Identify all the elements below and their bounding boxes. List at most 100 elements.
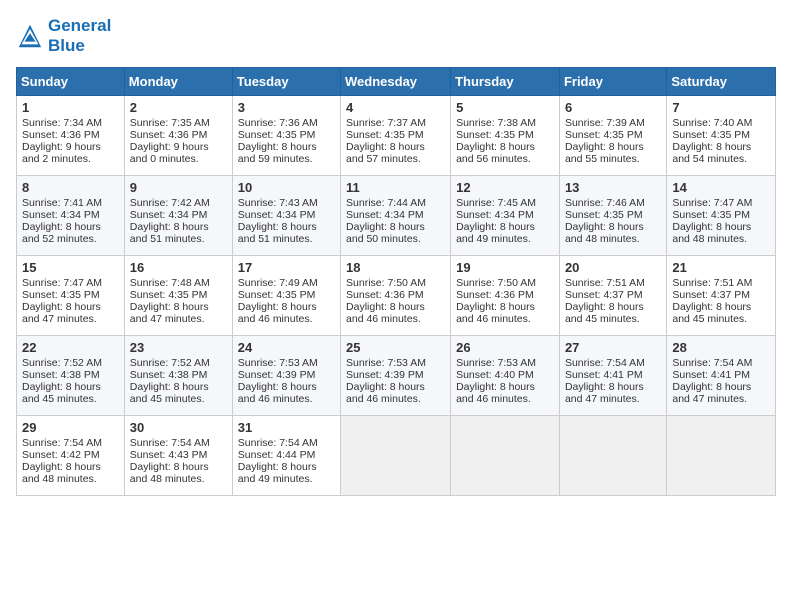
col-wednesday: Wednesday [341, 67, 451, 95]
week-row-4: 22 Sunrise: 7:52 AM Sunset: 4:38 PM Dayl… [17, 335, 776, 415]
sunset-23: Sunset: 4:38 PM [130, 369, 208, 381]
sunset-2: Sunset: 4:36 PM [130, 129, 208, 141]
daylight-23: Daylight: 8 hours and 45 minutes. [130, 381, 209, 405]
sunrise-25: Sunrise: 7:53 AM [346, 357, 426, 369]
sunrise-16: Sunrise: 7:48 AM [130, 277, 210, 289]
day-cell-29: 29 Sunrise: 7:54 AM Sunset: 4:42 PM Dayl… [17, 415, 125, 495]
sunset-21: Sunset: 4:37 PM [672, 289, 750, 301]
day-cell-4: 4 Sunrise: 7:37 AM Sunset: 4:35 PM Dayli… [341, 95, 451, 175]
day-number-30: 30 [130, 420, 227, 435]
sunrise-13: Sunrise: 7:46 AM [565, 197, 645, 209]
sunrise-31: Sunrise: 7:54 AM [238, 437, 318, 449]
daylight-2: Daylight: 9 hours and 0 minutes. [130, 141, 209, 165]
sunset-4: Sunset: 4:35 PM [346, 129, 424, 141]
sunrise-30: Sunrise: 7:54 AM [130, 437, 210, 449]
sunset-9: Sunset: 4:34 PM [130, 209, 208, 221]
daylight-25: Daylight: 8 hours and 46 minutes. [346, 381, 425, 405]
sunset-16: Sunset: 4:35 PM [130, 289, 208, 301]
sunrise-19: Sunrise: 7:50 AM [456, 277, 536, 289]
sunrise-6: Sunrise: 7:39 AM [565, 117, 645, 129]
empty-cell [667, 415, 776, 495]
logo: General Blue [16, 16, 111, 57]
day-cell-18: 18 Sunrise: 7:50 AM Sunset: 4:36 PM Dayl… [341, 255, 451, 335]
day-number-23: 23 [130, 340, 227, 355]
sunrise-28: Sunrise: 7:54 AM [672, 357, 752, 369]
day-cell-24: 24 Sunrise: 7:53 AM Sunset: 4:39 PM Dayl… [232, 335, 340, 415]
daylight-5: Daylight: 8 hours and 56 minutes. [456, 141, 535, 165]
sunrise-24: Sunrise: 7:53 AM [238, 357, 318, 369]
day-number-9: 9 [130, 180, 227, 195]
sunset-6: Sunset: 4:35 PM [565, 129, 643, 141]
day-cell-7: 7 Sunrise: 7:40 AM Sunset: 4:35 PM Dayli… [667, 95, 776, 175]
sunset-14: Sunset: 4:35 PM [672, 209, 750, 221]
day-cell-8: 8 Sunrise: 7:41 AM Sunset: 4:34 PM Dayli… [17, 175, 125, 255]
day-cell-11: 11 Sunrise: 7:44 AM Sunset: 4:34 PM Dayl… [341, 175, 451, 255]
sunset-1: Sunset: 4:36 PM [22, 129, 100, 141]
sunset-19: Sunset: 4:36 PM [456, 289, 534, 301]
daylight-11: Daylight: 8 hours and 50 minutes. [346, 221, 425, 245]
sunrise-2: Sunrise: 7:35 AM [130, 117, 210, 129]
sunrise-27: Sunrise: 7:54 AM [565, 357, 645, 369]
col-sunday: Sunday [17, 67, 125, 95]
day-number-28: 28 [672, 340, 770, 355]
day-number-12: 12 [456, 180, 554, 195]
sunrise-17: Sunrise: 7:49 AM [238, 277, 318, 289]
sunrise-4: Sunrise: 7:37 AM [346, 117, 426, 129]
sunrise-9: Sunrise: 7:42 AM [130, 197, 210, 209]
daylight-29: Daylight: 8 hours and 48 minutes. [22, 461, 101, 485]
day-number-8: 8 [22, 180, 119, 195]
day-cell-26: 26 Sunrise: 7:53 AM Sunset: 4:40 PM Dayl… [451, 335, 560, 415]
empty-cell [451, 415, 560, 495]
col-saturday: Saturday [667, 67, 776, 95]
week-row-1: 1 Sunrise: 7:34 AM Sunset: 4:36 PM Dayli… [17, 95, 776, 175]
daylight-18: Daylight: 8 hours and 46 minutes. [346, 301, 425, 325]
day-number-5: 5 [456, 100, 554, 115]
day-number-24: 24 [238, 340, 335, 355]
sunset-7: Sunset: 4:35 PM [672, 129, 750, 141]
empty-cell [559, 415, 666, 495]
daylight-7: Daylight: 8 hours and 54 minutes. [672, 141, 751, 165]
page-header: General Blue [16, 16, 776, 57]
sunrise-20: Sunrise: 7:51 AM [565, 277, 645, 289]
sunset-5: Sunset: 4:35 PM [456, 129, 534, 141]
sunset-18: Sunset: 4:36 PM [346, 289, 424, 301]
day-number-3: 3 [238, 100, 335, 115]
day-number-18: 18 [346, 260, 445, 275]
daylight-14: Daylight: 8 hours and 48 minutes. [672, 221, 751, 245]
sunset-15: Sunset: 4:35 PM [22, 289, 100, 301]
week-row-5: 29 Sunrise: 7:54 AM Sunset: 4:42 PM Dayl… [17, 415, 776, 495]
day-number-6: 6 [565, 100, 661, 115]
sunset-22: Sunset: 4:38 PM [22, 369, 100, 381]
sunset-20: Sunset: 4:37 PM [565, 289, 643, 301]
day-number-13: 13 [565, 180, 661, 195]
daylight-20: Daylight: 8 hours and 45 minutes. [565, 301, 644, 325]
day-cell-10: 10 Sunrise: 7:43 AM Sunset: 4:34 PM Dayl… [232, 175, 340, 255]
logo-icon [16, 22, 44, 50]
sunset-29: Sunset: 4:42 PM [22, 449, 100, 461]
day-cell-25: 25 Sunrise: 7:53 AM Sunset: 4:39 PM Dayl… [341, 335, 451, 415]
day-number-22: 22 [22, 340, 119, 355]
col-thursday: Thursday [451, 67, 560, 95]
sunrise-23: Sunrise: 7:52 AM [130, 357, 210, 369]
sunset-12: Sunset: 4:34 PM [456, 209, 534, 221]
daylight-4: Daylight: 8 hours and 57 minutes. [346, 141, 425, 165]
day-cell-20: 20 Sunrise: 7:51 AM Sunset: 4:37 PM Dayl… [559, 255, 666, 335]
day-number-31: 31 [238, 420, 335, 435]
day-number-16: 16 [130, 260, 227, 275]
week-row-2: 8 Sunrise: 7:41 AM Sunset: 4:34 PM Dayli… [17, 175, 776, 255]
sunrise-8: Sunrise: 7:41 AM [22, 197, 102, 209]
daylight-30: Daylight: 8 hours and 48 minutes. [130, 461, 209, 485]
page-container: General Blue Sunday Monday Tuesday Wedne… [0, 0, 792, 506]
sunrise-18: Sunrise: 7:50 AM [346, 277, 426, 289]
day-number-17: 17 [238, 260, 335, 275]
sunset-25: Sunset: 4:39 PM [346, 369, 424, 381]
sunset-3: Sunset: 4:35 PM [238, 129, 316, 141]
daylight-27: Daylight: 8 hours and 47 minutes. [565, 381, 644, 405]
day-cell-6: 6 Sunrise: 7:39 AM Sunset: 4:35 PM Dayli… [559, 95, 666, 175]
sunset-24: Sunset: 4:39 PM [238, 369, 316, 381]
sunset-13: Sunset: 4:35 PM [565, 209, 643, 221]
logo-text: General Blue [48, 16, 111, 57]
daylight-8: Daylight: 8 hours and 52 minutes. [22, 221, 101, 245]
day-number-19: 19 [456, 260, 554, 275]
sunset-11: Sunset: 4:34 PM [346, 209, 424, 221]
